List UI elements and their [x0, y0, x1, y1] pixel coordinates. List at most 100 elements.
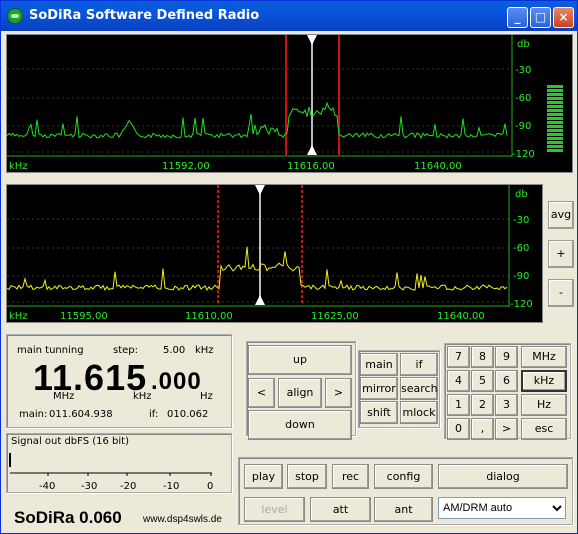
main-spectrum-svg[interactable]: db -30 -60 -90 -120 kHz 11592,00 11616,0…: [7, 35, 572, 172]
signal-level-segment: [547, 113, 563, 116]
main-spectrum-panel[interactable]: db -30 -60 -90 -120 kHz 11592,00 11616,0…: [6, 34, 573, 173]
freq-tick: 11595,00: [60, 311, 108, 322]
signal-scale-tick: 0: [207, 481, 213, 492]
db-tick: -60: [513, 243, 529, 254]
freq-tick: 11616,00: [287, 161, 335, 172]
key-comma[interactable]: ,: [471, 418, 494, 440]
signal-level-segment: [547, 125, 563, 128]
key-next[interactable]: >: [495, 418, 518, 440]
hz-unit-button[interactable]: Hz: [521, 394, 567, 416]
khz-unit-label: kHz: [133, 391, 152, 402]
shift-button[interactable]: shift: [360, 401, 398, 424]
signal-level-segment: [547, 105, 563, 108]
title-bar[interactable]: SoDiRa Software Defined Radio _ □ ×: [1, 1, 577, 31]
signal-level-segment: [547, 149, 563, 152]
close-button[interactable]: ×: [553, 7, 574, 28]
tune-right-button[interactable]: >: [325, 378, 352, 408]
signal-level-segment: [547, 121, 563, 124]
khz-unit-button[interactable]: kHz: [521, 370, 567, 392]
config-button[interactable]: config: [374, 464, 433, 489]
tune-down-button[interactable]: down: [248, 410, 352, 440]
signal-level-segment: [547, 101, 563, 104]
signal-level-segment: [547, 141, 563, 144]
att-button[interactable]: att: [310, 497, 371, 522]
signal-scale-tick: -20: [120, 481, 136, 492]
play-button[interactable]: play: [244, 464, 283, 489]
key-8[interactable]: 8: [471, 346, 494, 368]
tuning-mode-label: main tunning: [17, 345, 84, 356]
freq-tick: 11610,00: [185, 311, 233, 322]
db-tick: -90: [513, 271, 529, 282]
step-value[interactable]: 5.00: [163, 345, 185, 356]
main-freq-label: main:: [19, 409, 48, 420]
key-4[interactable]: 4: [447, 370, 470, 392]
key-3[interactable]: 3: [495, 394, 518, 416]
app-icon: [7, 8, 23, 24]
window-title: SoDiRa Software Defined Radio: [29, 8, 260, 23]
tune-left-button[interactable]: <: [248, 378, 275, 408]
mirror-button[interactable]: mirror: [360, 377, 398, 400]
record-button[interactable]: rec: [332, 464, 369, 489]
website-label: www.dsp4swls.de: [143, 514, 222, 525]
level-button[interactable]: level: [244, 497, 305, 522]
key-5[interactable]: 5: [471, 370, 494, 392]
signal-level-segment: [547, 117, 563, 120]
freq-tick: 11640,00: [414, 161, 462, 172]
frequency-main-digits[interactable]: 11.615: [33, 357, 147, 399]
if-button[interactable]: if: [400, 353, 438, 376]
db-tick: -120: [512, 149, 535, 160]
db-tick: -120: [510, 299, 533, 310]
zoom-spectrum-svg[interactable]: db -30 -60 -90 -120 kHz 11595,00 11610,0…: [7, 185, 542, 322]
dialog-button[interactable]: dialog: [438, 464, 568, 489]
antenna-button[interactable]: ant: [374, 497, 433, 522]
hz-unit-label: Hz: [200, 391, 213, 402]
db-tick: -90: [515, 121, 531, 132]
zoom-spectrum-panel[interactable]: db -30 -60 -90 -120 kHz 11595,00 11610,0…: [6, 184, 543, 323]
demod-mode-select[interactable]: AM/DRM auto: [438, 497, 566, 519]
step-unit: kHz: [195, 345, 214, 356]
key-9[interactable]: 9: [495, 346, 518, 368]
key-6[interactable]: 6: [495, 370, 518, 392]
signal-meter-title: Signal out dbFS (16 bit): [11, 436, 130, 447]
signal-level-segment: [547, 133, 563, 136]
signal-level-segment: [547, 109, 563, 112]
khz-unit-label: kHz: [9, 161, 28, 172]
mhz-unit-button[interactable]: MHz: [521, 346, 567, 368]
mlock-button[interactable]: mlock: [400, 401, 438, 424]
mhz-unit-label: MHz: [53, 391, 75, 402]
signal-level-segment: [547, 97, 563, 100]
zoom-out-button[interactable]: -: [548, 279, 574, 307]
signal-level-segment: [547, 129, 563, 132]
frequency-fine-digits[interactable]: .000: [151, 368, 202, 396]
tune-up-button[interactable]: up: [248, 345, 352, 375]
signal-level-segment: [547, 145, 563, 148]
search-button[interactable]: search: [400, 377, 438, 400]
avg-button[interactable]: avg: [548, 201, 574, 229]
signal-scale-tick: -30: [81, 481, 97, 492]
signal-level-segment: [547, 85, 563, 88]
key-1[interactable]: 1: [447, 394, 470, 416]
db-tick: -60: [515, 93, 531, 104]
key-0[interactable]: 0: [447, 418, 470, 440]
if-freq-value: 010.062: [167, 409, 209, 420]
esc-button[interactable]: esc: [521, 418, 567, 440]
signal-level-segment: [547, 89, 563, 92]
db-unit-label: db: [515, 189, 528, 200]
if-freq-label: if:: [149, 409, 159, 420]
app-version-label: SoDiRa 0.060: [14, 508, 122, 527]
khz-unit-label: kHz: [9, 311, 28, 322]
zoom-in-button[interactable]: +: [548, 240, 574, 268]
freq-tick: 11625,00: [311, 311, 359, 322]
key-7[interactable]: 7: [447, 346, 470, 368]
key-2[interactable]: 2: [471, 394, 494, 416]
step-label: step:: [113, 345, 138, 356]
main-button[interactable]: main: [360, 353, 398, 376]
align-button[interactable]: align: [278, 378, 322, 408]
signal-level-meter: [547, 85, 563, 152]
minimize-button[interactable]: _: [507, 7, 528, 28]
maximize-button[interactable]: □: [530, 7, 551, 28]
stop-button[interactable]: stop: [287, 464, 327, 489]
db-tick: -30: [513, 215, 529, 226]
signal-level-segment: [547, 93, 563, 96]
main-freq-value: 011.604.938: [49, 409, 113, 420]
